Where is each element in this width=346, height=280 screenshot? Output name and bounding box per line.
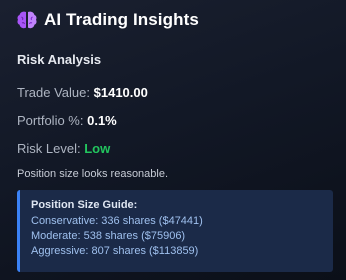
panel-title: AI Trading Insights bbox=[44, 10, 199, 29]
portfolio-percent-value: 0.1% bbox=[87, 113, 117, 128]
risk-level-label: Risk Level: bbox=[17, 141, 81, 156]
risk-analysis-heading: Risk Analysis bbox=[17, 52, 102, 67]
trade-value: $1410.00 bbox=[93, 85, 148, 100]
guide-title: Position Size Guide: bbox=[31, 199, 138, 211]
risk-level-row: Risk Level: Low bbox=[17, 141, 110, 156]
ai-insights-panel: AI Trading Insights Risk Analysis Trade … bbox=[0, 0, 346, 280]
trade-value-row: Trade Value: $1410.00 bbox=[17, 85, 148, 100]
guide-line-conservative: Conservative: 336 shares ($47441) bbox=[31, 215, 203, 227]
trade-value-label: Trade Value: bbox=[17, 85, 90, 100]
portfolio-percent-label: Portfolio %: bbox=[17, 113, 84, 128]
guide-line-aggressive: Aggressive: 807 shares ($113859) bbox=[31, 245, 199, 257]
risk-note: Position size looks reasonable. bbox=[17, 168, 169, 180]
position-size-guide: Position Size Guide: Conservative: 336 s… bbox=[17, 190, 333, 272]
portfolio-percent-row: Portfolio %: 0.1% bbox=[17, 113, 117, 128]
panel-header: AI Trading Insights bbox=[16, 9, 199, 31]
brain-icon bbox=[16, 10, 38, 30]
guide-line-moderate: Moderate: 538 shares ($75906) bbox=[31, 230, 186, 242]
risk-level-value: Low bbox=[84, 141, 111, 156]
